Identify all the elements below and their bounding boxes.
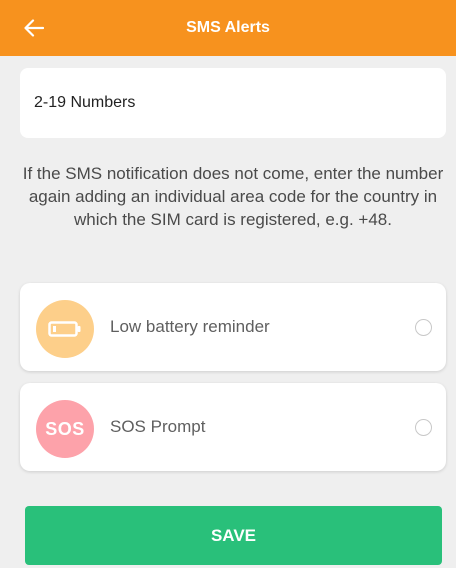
phone-numbers-input[interactable] — [34, 68, 432, 138]
page-title: SMS Alerts — [186, 19, 270, 36]
sos-icon: SOS — [36, 400, 94, 458]
sms-note-text: If the SMS notification does not come, e… — [22, 164, 444, 229]
option-label: SOS Prompt — [110, 417, 206, 436]
low-battery-radio[interactable] — [415, 319, 432, 336]
option-label: Low battery reminder — [110, 317, 270, 336]
save-button[interactable]: SAVE — [25, 506, 442, 565]
sos-prompt-radio[interactable] — [415, 419, 432, 436]
sos-icon-text: SOS — [45, 418, 85, 439]
battery-icon — [36, 300, 94, 358]
app-header: SMS Alerts — [0, 0, 456, 56]
option-sos-prompt[interactable]: SOS SOS Prompt — [20, 383, 446, 471]
option-low-battery[interactable]: Low battery reminder — [20, 283, 446, 371]
numbers-card — [20, 68, 446, 138]
